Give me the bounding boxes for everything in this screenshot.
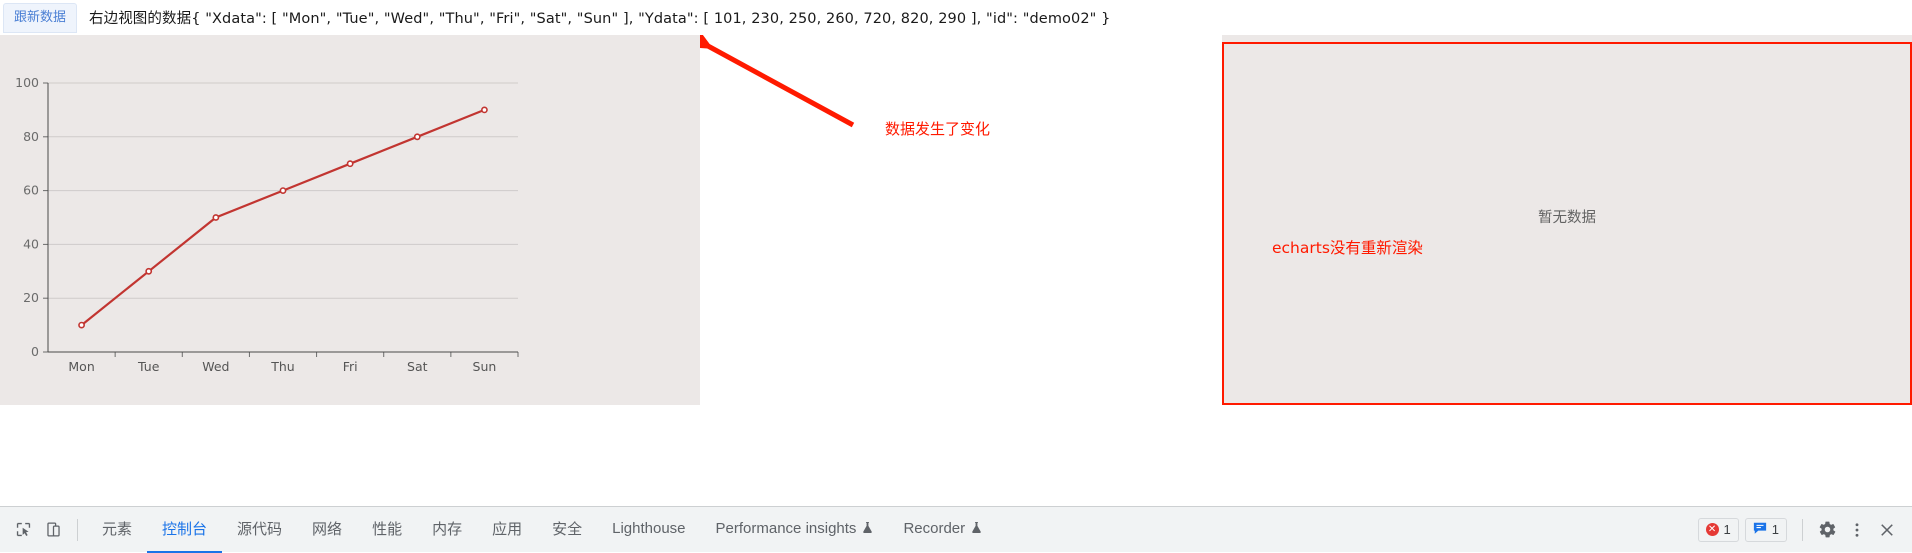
chart-data-point[interactable] — [145, 267, 153, 275]
chart-x-axis-labels: Mon Tue Wed Thu Fri Sat Sun — [68, 352, 519, 374]
devtools-tab-label: 控制台 — [162, 520, 208, 538]
devtools-tab-10[interactable]: Recorder — [888, 507, 997, 553]
y-tick-label: 60 — [23, 183, 39, 198]
chart-y-axis-labels: 0 20 40 60 80 100 — [15, 75, 48, 359]
toolbar-divider — [77, 518, 78, 541]
page-toolbar: 跟新数据 右边视图的数据{ "Xdata": [ "Mon", "Tue", "… — [0, 0, 1912, 35]
devtools-tab-label: Recorder — [903, 520, 966, 537]
devtools-tab-list: 元素 控制台 源代码 网络 性能 内存 应用 安全 Lighthouse Performance … — [87, 507, 997, 553]
x-tick-label: Tue — [137, 359, 160, 374]
message-icon — [1753, 521, 1767, 538]
chart-data-point[interactable] — [279, 187, 287, 194]
devtools-tab-8[interactable]: Lighthouse — [597, 507, 700, 553]
x-tick-label: Wed — [202, 359, 229, 374]
chart-data-point[interactable] — [346, 160, 354, 168]
flask-icon — [862, 521, 873, 537]
y-tick-label: 20 — [23, 290, 39, 305]
devtools-tab-label: Lighthouse — [612, 520, 686, 537]
x-tick-label: Sun — [473, 359, 497, 374]
x-tick-label: Fri — [343, 359, 358, 374]
y-tick-label: 80 — [23, 129, 39, 144]
devtools-tab-1[interactable]: 控制台 — [147, 507, 223, 553]
devtools-tab-label: 应用 — [492, 520, 523, 538]
devtools-status-area: ✕ 1 1 — [1697, 515, 1912, 545]
no-data-label: 暂无数据 — [1538, 210, 1596, 226]
chart-data-points — [78, 106, 488, 329]
devtools-tab-6[interactable]: 应用 — [477, 507, 537, 553]
devtools-tab-label: 网络 — [312, 520, 343, 538]
arrow-line — [700, 35, 855, 128]
devtools-tab-9[interactable]: Performance insights — [701, 507, 889, 553]
devtools-tab-5[interactable]: 内存 — [417, 507, 477, 553]
chart-data-point[interactable] — [481, 106, 488, 114]
close-icon[interactable] — [1872, 515, 1902, 545]
error-count-badge[interactable]: ✕ 1 — [1697, 517, 1739, 542]
devtools-tab-4[interactable]: 性能 — [357, 507, 417, 553]
chart-data-point[interactable] — [212, 214, 220, 221]
devtools-tab-label: 源代码 — [237, 520, 283, 538]
chart-series-line — [80, 108, 485, 326]
message-count-label: 1 — [1771, 522, 1779, 537]
devtools-tab-0[interactable]: 元素 — [87, 507, 147, 553]
message-count-badge[interactable]: 1 — [1744, 517, 1787, 542]
gear-icon[interactable] — [1812, 515, 1842, 545]
y-tick-label: 40 — [23, 236, 39, 251]
flask-icon — [971, 521, 982, 537]
chart-data-point[interactable] — [78, 321, 85, 329]
more-options-icon[interactable] — [1842, 515, 1872, 545]
update-data-button[interactable]: 跟新数据 — [3, 2, 77, 33]
devtools-tab-label: 性能 — [372, 520, 403, 538]
inspect-element-icon[interactable] — [8, 515, 38, 545]
debug-data-text: 右边视图的数据{ "Xdata": [ "Mon", "Tue", "Wed",… — [89, 11, 1111, 27]
devtools-tab-label: 元素 — [102, 520, 133, 538]
devtools-tab-label: 内存 — [432, 520, 463, 538]
status-divider — [1802, 518, 1803, 541]
devtools-tab-7[interactable]: 安全 — [537, 507, 597, 553]
devtools-tab-2[interactable]: 源代码 — [222, 507, 297, 553]
error-icon: ✕ — [1705, 523, 1719, 536]
x-tick-label: Sat — [407, 359, 428, 374]
left-chart-panel[interactable]: 0 20 40 60 80 100 Mon Tue Wed Thu Fri Sat Sun — [0, 35, 700, 405]
line-chart[interactable]: 0 20 40 60 80 100 Mon Tue Wed Thu Fri Sat Sun — [0, 35, 700, 405]
y-tick-label: 0 — [31, 344, 39, 359]
y-tick-label: 100 — [15, 75, 39, 90]
error-count-label: 1 — [1723, 522, 1731, 537]
chart-data-point[interactable] — [413, 133, 421, 141]
annotation-arrow-layer — [700, 35, 855, 128]
x-tick-label: Thu — [270, 359, 294, 374]
devtools-toolbar: 元素 控制台 源代码 网络 性能 内存 应用 安全 Lighthouse Performance … — [0, 506, 1912, 553]
devtools-tab-3[interactable]: 网络 — [297, 507, 357, 553]
devtools-tab-label: 安全 — [552, 520, 583, 538]
arrow-annotation-label: 数据发生了变化 — [885, 120, 991, 138]
device-toolbar-icon[interactable] — [38, 515, 68, 545]
right-annotation-label: echarts没有重新渲染 — [1272, 239, 1423, 257]
devtools-tab-label: Performance insights — [715, 520, 857, 537]
x-tick-label: Mon — [68, 359, 94, 374]
